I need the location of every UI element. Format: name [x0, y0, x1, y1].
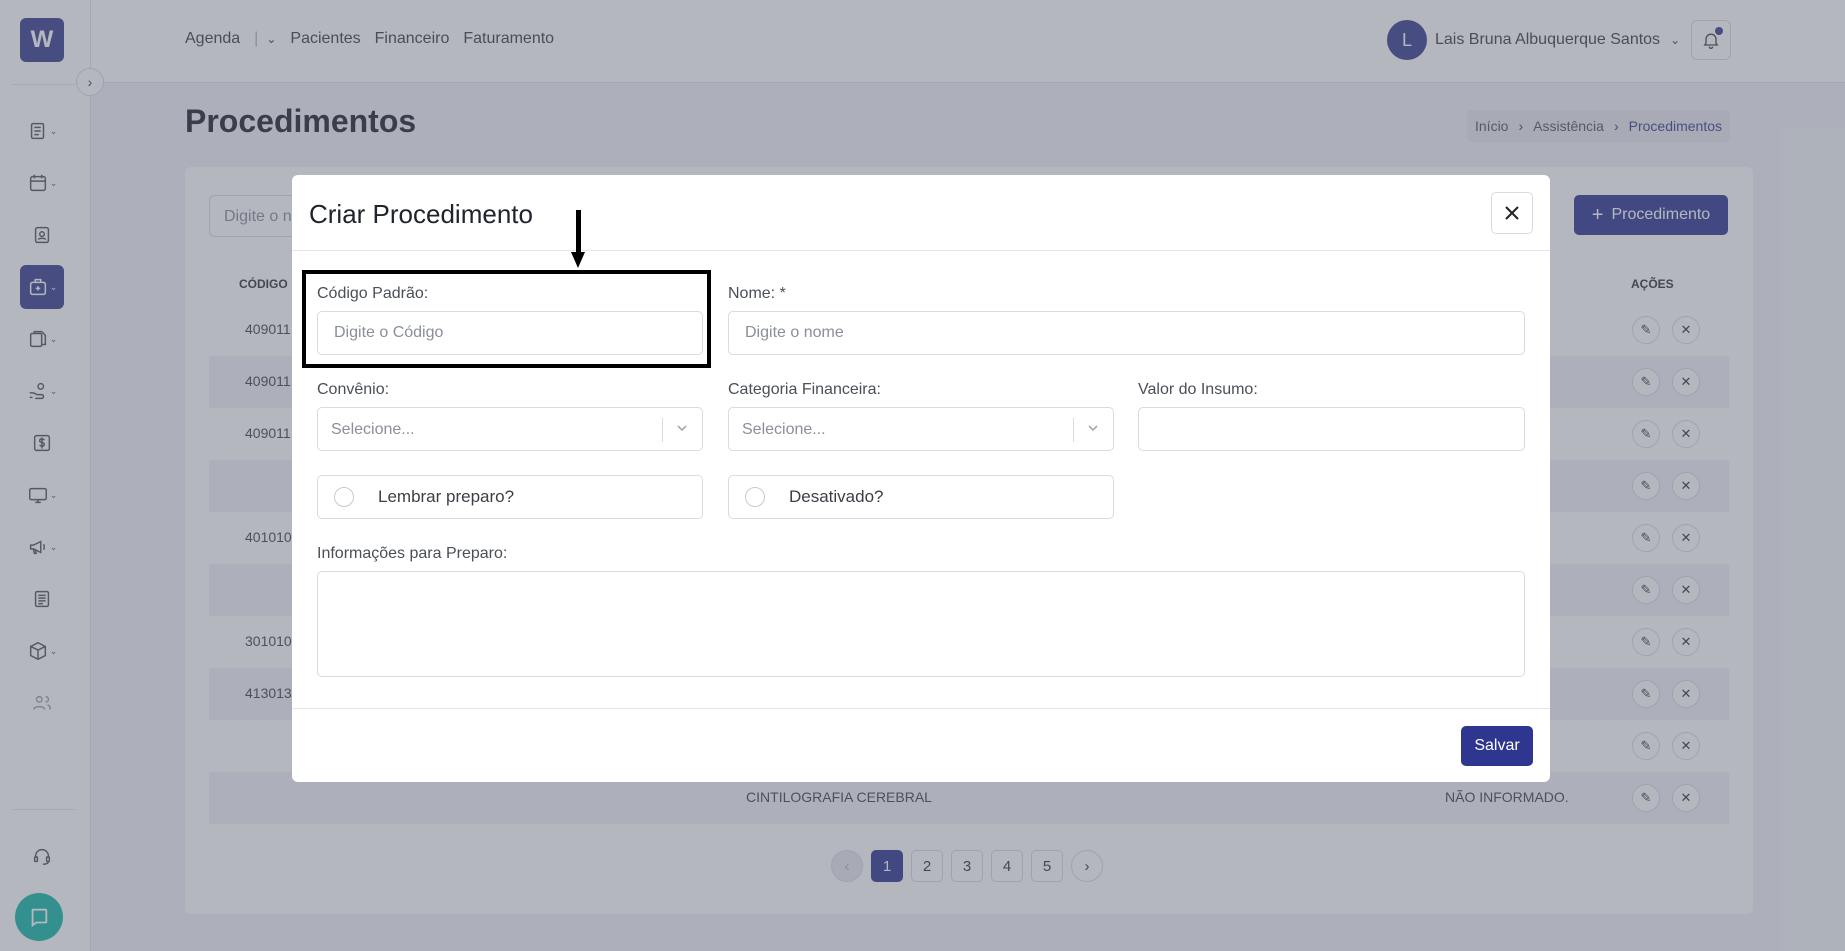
valor-label: Valor do Insumo: — [1138, 381, 1258, 398]
chevron-down-icon — [677, 425, 687, 432]
convenio-label: Convênio: — [317, 381, 390, 398]
close-button[interactable] — [1491, 192, 1533, 234]
annotation-highlight-box — [302, 270, 711, 368]
nome-label: Nome: * — [728, 285, 786, 302]
close-icon — [1505, 206, 1519, 220]
desativado-label: Desativado? — [789, 487, 884, 506]
valor-input[interactable] — [1138, 407, 1525, 451]
modal-title: Criar Procedimento — [309, 199, 533, 229]
checkbox-circle[interactable] — [334, 487, 354, 507]
annotation-arrow-head — [571, 252, 585, 268]
lembrar-preparo-checkbox[interactable]: Lembrar preparo? — [317, 475, 703, 519]
nome-input[interactable]: Digite o nome — [728, 311, 1525, 355]
categoria-label: Categoria Financeira: — [728, 381, 881, 398]
desativado-checkbox[interactable]: Desativado? — [728, 475, 1114, 519]
categoria-placeholder: Selecione... — [742, 421, 826, 438]
lembrar-preparo-label: Lembrar preparo? — [378, 487, 515, 506]
info-preparo-label: Informações para Preparo: — [317, 545, 508, 562]
convenio-placeholder: Selecione... — [331, 421, 415, 438]
select-divider — [662, 418, 663, 442]
categoria-select[interactable]: Selecione... — [728, 407, 1114, 451]
checkbox-circle[interactable] — [745, 487, 765, 507]
save-button[interactable]: Salvar — [1461, 726, 1533, 766]
info-preparo-textarea[interactable] — [317, 571, 1525, 677]
create-procedure-modal: Criar Procedimento Código Padrão: Digite… — [292, 175, 1550, 782]
annotation-arrow — [576, 210, 581, 254]
chevron-down-icon — [1088, 425, 1098, 432]
select-divider — [1073, 418, 1074, 442]
modal-header: Criar Procedimento — [292, 175, 1550, 251]
modal-footer-divider — [292, 708, 1550, 709]
convenio-select[interactable]: Selecione... — [317, 407, 703, 451]
